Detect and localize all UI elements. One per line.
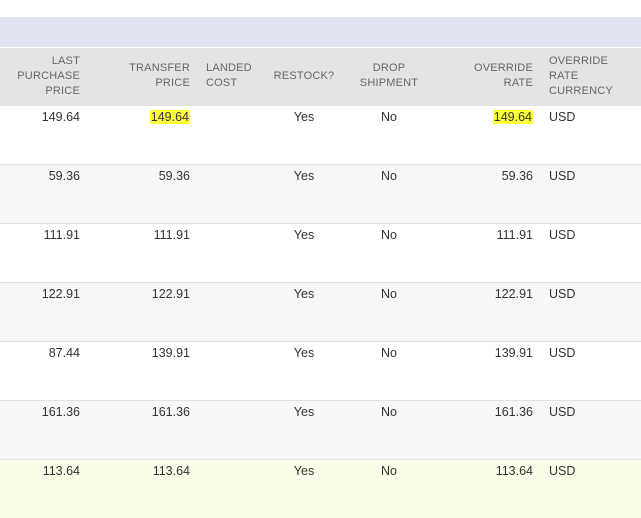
table-row[interactable]: 87.44 139.91 Yes No 139.91 USD: [0, 340, 641, 400]
cell-override-rate-currency[interactable]: USD: [541, 163, 641, 223]
cell-drop-shipment[interactable]: No: [344, 281, 434, 341]
cell-last-purchase-price[interactable]: 149.64: [0, 104, 88, 164]
cell-override-rate[interactable]: 139.91: [434, 340, 541, 400]
cell-landed-cost[interactable]: [198, 104, 264, 164]
cell-drop-shipment[interactable]: No: [344, 104, 434, 164]
cell-transfer-price[interactable]: 149.64: [88, 104, 198, 164]
cell-transfer-price[interactable]: 113.64: [88, 458, 198, 518]
col-header-transfer-price[interactable]: TRANSFER PRICE: [88, 48, 198, 105]
table-body: 149.64 149.64 Yes No 149.64 USD 59.36 59…: [0, 104, 641, 518]
cell-override-rate-currency[interactable]: USD: [541, 399, 641, 459]
cell-override-rate[interactable]: 113.64: [434, 458, 541, 518]
cell-restock[interactable]: Yes: [264, 399, 344, 459]
cell-landed-cost[interactable]: [198, 458, 264, 518]
cell-drop-shipment[interactable]: No: [344, 399, 434, 459]
cell-landed-cost[interactable]: [198, 340, 264, 400]
sublist-header-band: [0, 17, 641, 48]
cell-override-rate[interactable]: 149.64: [434, 104, 541, 164]
cell-override-rate-currency[interactable]: USD: [541, 340, 641, 400]
cell-transfer-price[interactable]: 111.91: [88, 222, 198, 282]
table-row[interactable]: 122.91 122.91 Yes No 122.91 USD: [0, 281, 641, 341]
page-top-space: [0, 0, 641, 17]
cell-restock[interactable]: Yes: [264, 340, 344, 400]
cell-transfer-price[interactable]: 59.36: [88, 163, 198, 223]
cell-override-rate[interactable]: 161.36: [434, 399, 541, 459]
table-header: LAST PURCHASE PRICE TRANSFER PRICE LANDE…: [0, 48, 641, 105]
cell-override-rate-currency[interactable]: USD: [541, 104, 641, 164]
cell-last-purchase-price[interactable]: 113.64: [0, 458, 88, 518]
cell-restock[interactable]: Yes: [264, 163, 344, 223]
cell-restock[interactable]: Yes: [264, 458, 344, 518]
cell-drop-shipment[interactable]: No: [344, 340, 434, 400]
cell-transfer-price[interactable]: 122.91: [88, 281, 198, 341]
cell-last-purchase-price[interactable]: 59.36: [0, 163, 88, 223]
cell-drop-shipment[interactable]: No: [344, 458, 434, 518]
cell-override-rate[interactable]: 122.91: [434, 281, 541, 341]
cell-last-purchase-price[interactable]: 111.91: [0, 222, 88, 282]
header-row: LAST PURCHASE PRICE TRANSFER PRICE LANDE…: [0, 48, 641, 105]
col-header-restock[interactable]: RESTOCK?: [264, 48, 344, 105]
table-row[interactable]: 149.64 149.64 Yes No 149.64 USD: [0, 104, 641, 164]
cell-override-rate[interactable]: 111.91: [434, 222, 541, 282]
col-header-last-purchase-price[interactable]: LAST PURCHASE PRICE: [0, 48, 88, 105]
col-header-override-rate[interactable]: OVERRIDE RATE: [434, 48, 541, 105]
col-header-drop-shipment[interactable]: DROP SHIPMENT: [344, 48, 434, 105]
cell-restock[interactable]: Yes: [264, 104, 344, 164]
col-header-override-rate-currency[interactable]: OVERRIDE RATE CURRENCY: [541, 48, 641, 105]
cell-override-rate-currency[interactable]: USD: [541, 222, 641, 282]
cell-landed-cost[interactable]: [198, 222, 264, 282]
cell-override-rate[interactable]: 59.36: [434, 163, 541, 223]
cell-drop-shipment[interactable]: No: [344, 222, 434, 282]
items-sublist-table: LAST PURCHASE PRICE TRANSFER PRICE LANDE…: [0, 48, 641, 518]
cell-override-rate-currency[interactable]: USD: [541, 458, 641, 518]
cell-last-purchase-price[interactable]: 161.36: [0, 399, 88, 459]
cell-drop-shipment[interactable]: No: [344, 163, 434, 223]
cell-landed-cost[interactable]: [198, 163, 264, 223]
cell-restock[interactable]: Yes: [264, 222, 344, 282]
cell-last-purchase-price[interactable]: 122.91: [0, 281, 88, 341]
cell-landed-cost[interactable]: [198, 281, 264, 341]
cell-restock[interactable]: Yes: [264, 281, 344, 341]
table-row[interactable]: 113.64 113.64 Yes No 113.64 USD: [0, 458, 641, 518]
search-highlight: 149.64: [492, 109, 533, 124]
cell-transfer-price[interactable]: 161.36: [88, 399, 198, 459]
cell-override-rate-currency[interactable]: USD: [541, 281, 641, 341]
cell-transfer-price[interactable]: 139.91: [88, 340, 198, 400]
cell-last-purchase-price[interactable]: 87.44: [0, 340, 88, 400]
table-row[interactable]: 161.36 161.36 Yes No 161.36 USD: [0, 399, 641, 459]
table-row[interactable]: 111.91 111.91 Yes No 111.91 USD: [0, 222, 641, 282]
search-highlight: 149.64: [149, 109, 190, 124]
cell-landed-cost[interactable]: [198, 399, 264, 459]
table-row[interactable]: 59.36 59.36 Yes No 59.36 USD: [0, 163, 641, 223]
col-header-landed-cost[interactable]: LANDED COST: [198, 48, 264, 105]
